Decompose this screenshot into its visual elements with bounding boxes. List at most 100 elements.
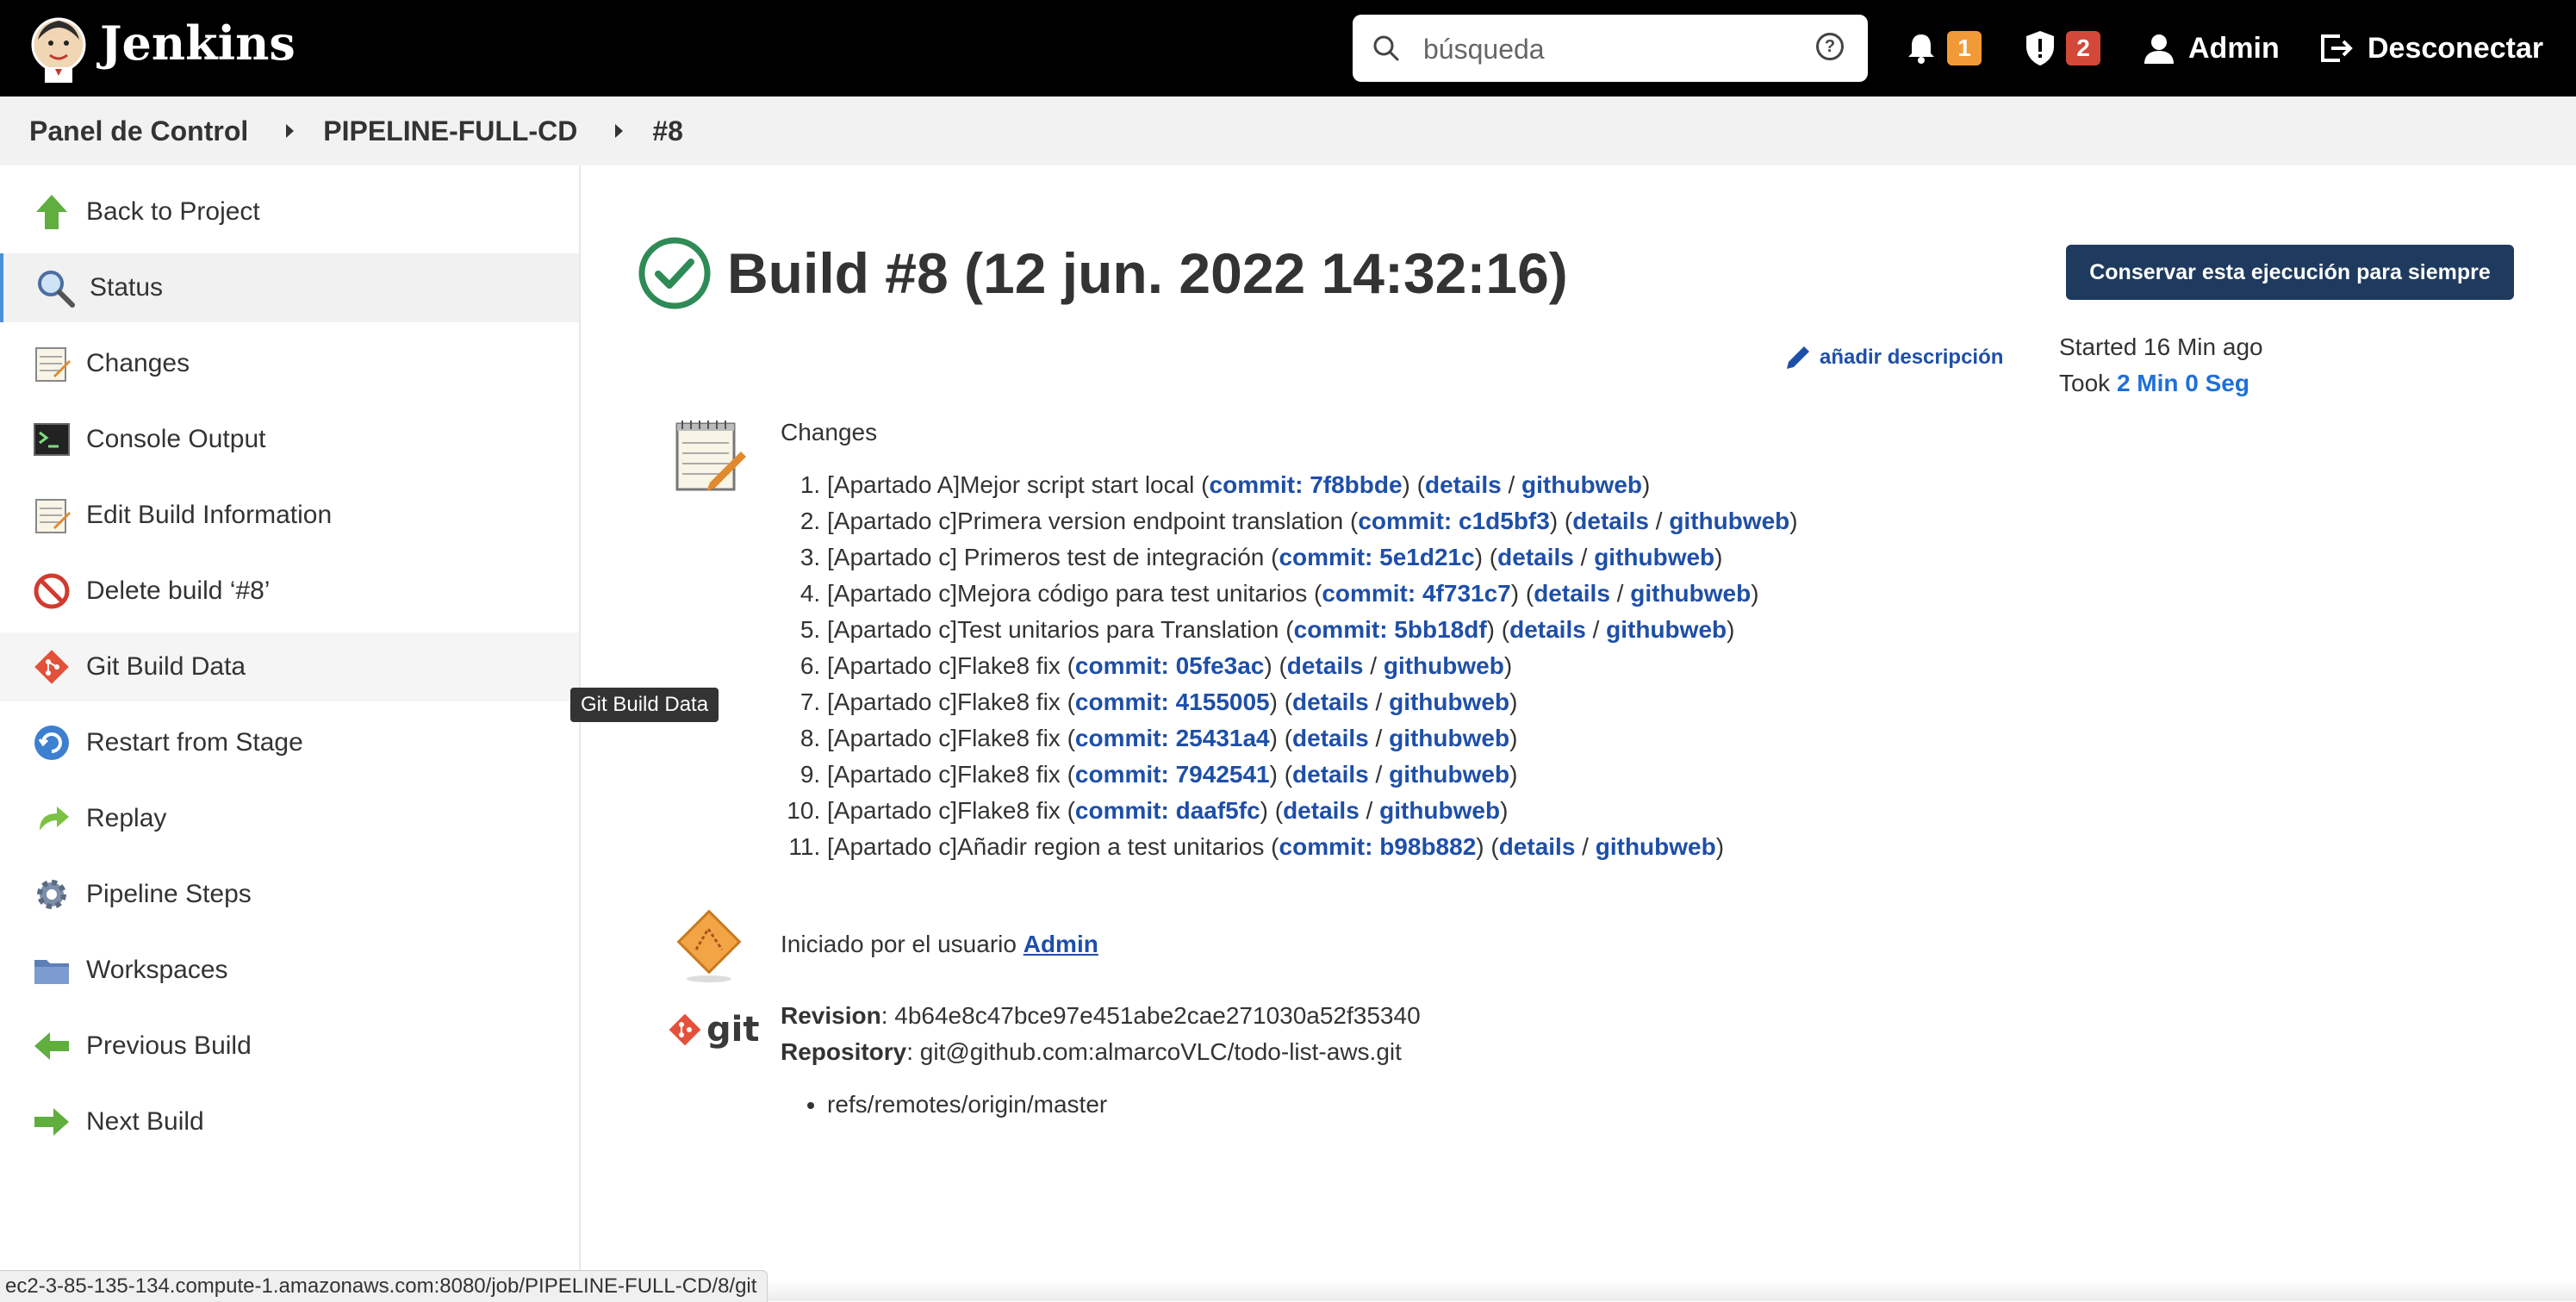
sidebar-item-label: Replay	[86, 804, 167, 832]
keep-forever-button[interactable]: Conservar esta ejecución para siempre	[2066, 245, 2514, 300]
details-link[interactable]: details	[1534, 580, 1610, 607]
breadcrumb-chevron-icon[interactable]	[286, 124, 295, 138]
change-message: [Apartado c]Flake8 fix	[827, 725, 1061, 751]
githubweb-link[interactable]: githubweb	[1389, 688, 1509, 715]
commit-link[interactable]: commit: 5bb18df	[1294, 616, 1487, 643]
sidebar-item-changes[interactable]: Changes	[0, 329, 579, 398]
githubweb-link[interactable]: githubweb	[1389, 725, 1509, 751]
logout-button[interactable]: Desconectar	[2318, 24, 2543, 72]
githubweb-link[interactable]: githubweb	[1521, 471, 1642, 498]
user-menu[interactable]: Admin	[2142, 24, 2280, 72]
commit-link[interactable]: commit: 25431a4	[1075, 725, 1270, 751]
details-link[interactable]: details	[1572, 508, 1649, 534]
change-item: [Apartado c]Primera version endpoint tra…	[827, 503, 1798, 539]
githubweb-link[interactable]: githubweb	[1630, 580, 1751, 607]
commit-link[interactable]: commit: 4f731c7	[1322, 580, 1510, 607]
cause-user-icon	[676, 910, 742, 982]
add-description-link[interactable]: añadir descripción	[1783, 343, 2003, 372]
took-label: Took	[2059, 370, 2111, 396]
githubweb-link[interactable]: githubweb	[1606, 616, 1727, 643]
commit-link[interactable]: commit: 5e1d21c	[1279, 544, 1474, 570]
shield-icon	[2026, 31, 2054, 65]
sidebar-item-next-build[interactable]: Next Build	[0, 1087, 579, 1156]
sidebar-item-back-to-project[interactable]: Back to Project	[0, 178, 579, 246]
details-link[interactable]: details	[1499, 833, 1576, 860]
commit-link[interactable]: commit: b98b882	[1279, 833, 1477, 860]
duration-link[interactable]: 2 Min 0 Seg	[2117, 370, 2249, 396]
magnifier-icon	[38, 271, 75, 308]
sidebar-item-label: Status	[90, 273, 164, 302]
details-link[interactable]: details	[1287, 652, 1364, 679]
githubweb-link[interactable]: githubweb	[1389, 761, 1509, 788]
repository-value: : git@github.com:almarcoVLC/todo-list-aw…	[906, 1038, 1402, 1065]
details-link[interactable]: details	[1292, 725, 1369, 751]
started-by-user-link[interactable]: Admin	[1024, 931, 1098, 957]
sidebar-item-git-build-data[interactable]: Git Build Data	[0, 632, 579, 701]
git-icon	[34, 650, 69, 684]
notifications-button[interactable]: 1	[1904, 24, 1982, 72]
help-icon[interactable]: ?	[1816, 33, 1844, 60]
search-input[interactable]	[1422, 27, 1787, 72]
sidebar-item-delete-build[interactable]: Delete build ‘#8’	[0, 557, 579, 626]
commit-link[interactable]: commit: daaf5fc	[1075, 797, 1260, 824]
change-message: [Apartado c]Primera version endpoint tra…	[827, 508, 1344, 534]
build-title-row: Build #8 (12 jun. 2022 14:32:16)	[638, 236, 1568, 310]
breadcrumb-chevron-icon[interactable]	[615, 124, 624, 138]
status-bar-url: ec2-3-85-135-134.compute-1.amazonaws.com…	[0, 1270, 768, 1302]
details-link[interactable]: details	[1292, 688, 1369, 715]
change-item: [Apartado c]Mejora código para test unit…	[827, 576, 1798, 612]
security-badge: 2	[2066, 31, 2100, 65]
logout-label: Desconectar	[2368, 31, 2544, 65]
security-button[interactable]: 2	[2023, 24, 2100, 72]
sidebar: Back to Project Status Changes Console O…	[0, 165, 581, 1301]
jenkins-logo[interactable]	[26, 14, 91, 83]
commit-link[interactable]: commit: 05fe3ac	[1075, 652, 1264, 679]
sidebar-item-status[interactable]: Status	[0, 253, 579, 322]
sidebar-item-label: Pipeline Steps	[86, 880, 252, 908]
started-ago: Started 16 Min ago	[2059, 333, 2263, 360]
breadcrumb-build[interactable]: #8	[623, 115, 683, 147]
change-message: [Apartado c]Test unitarios para Translat…	[827, 616, 1279, 643]
horizontal-scrollbar[interactable]	[581, 1280, 2576, 1301]
pencil-icon	[1787, 346, 1809, 369]
commit-link[interactable]: commit: 4155005	[1075, 688, 1270, 715]
commit-link[interactable]: commit: 7942541	[1075, 761, 1270, 788]
sidebar-item-replay[interactable]: Replay	[0, 784, 579, 853]
sidebar-item-pipeline-steps[interactable]: Pipeline Steps	[0, 860, 579, 929]
githubweb-link[interactable]: githubweb	[1379, 797, 1500, 824]
details-link[interactable]: details	[1283, 797, 1360, 824]
githubweb-link[interactable]: githubweb	[1594, 544, 1714, 570]
sidebar-item-label: Workspaces	[86, 956, 228, 984]
githubweb-link[interactable]: githubweb	[1669, 508, 1789, 534]
sidebar-item-label: Edit Build Information	[86, 501, 333, 529]
sidebar-item-previous-build[interactable]: Previous Build	[0, 1012, 579, 1081]
change-message: [Apartado c]Flake8 fix	[827, 688, 1061, 715]
breadcrumb-dashboard[interactable]: Panel de Control	[0, 115, 248, 147]
details-link[interactable]: details	[1509, 616, 1586, 643]
user-name: Admin	[2188, 31, 2280, 65]
duration: Took 2 Min 0 Seg	[2059, 365, 2263, 402]
change-item: [Apartado c]Flake8 fix (commit: 7942541)…	[827, 757, 1798, 793]
githubweb-link[interactable]: githubweb	[1596, 833, 1716, 860]
right-arrow-icon	[34, 1108, 69, 1136]
details-link[interactable]: details	[1292, 761, 1369, 788]
change-message: [Apartado c] Primeros test de integració…	[827, 544, 1265, 570]
breadcrumb-job[interactable]: PIPELINE-FULL-CD	[294, 115, 577, 147]
sidebar-item-restart-from-stage[interactable]: Restart from Stage	[0, 708, 579, 777]
commit-link[interactable]: commit: c1d5bf3	[1358, 508, 1550, 534]
details-link[interactable]: details	[1425, 471, 1502, 498]
details-link[interactable]: details	[1497, 544, 1574, 570]
notepad-icon	[35, 347, 71, 382]
sidebar-item-console-output[interactable]: Console Output	[0, 405, 579, 474]
commit-link[interactable]: commit: 7f8bbde	[1210, 471, 1403, 498]
sidebar-item-workspaces[interactable]: Workspaces	[0, 936, 579, 1005]
git-logo-text: git	[706, 1010, 760, 1050]
changes-heading: Changes	[781, 419, 878, 445]
change-item: [Apartado c]Flake8 fix (commit: daaf5fc)…	[827, 793, 1798, 829]
change-item: [Apartado c]Añadir region a test unitari…	[827, 829, 1798, 865]
brand-name[interactable]: Jenkins	[100, 16, 296, 71]
sidebar-item-edit-build-information[interactable]: Edit Build Information	[0, 481, 579, 550]
restart-icon	[34, 726, 69, 760]
refs-list: refs/remotes/origin/master	[781, 1091, 1107, 1118]
githubweb-link[interactable]: githubweb	[1384, 652, 1504, 679]
